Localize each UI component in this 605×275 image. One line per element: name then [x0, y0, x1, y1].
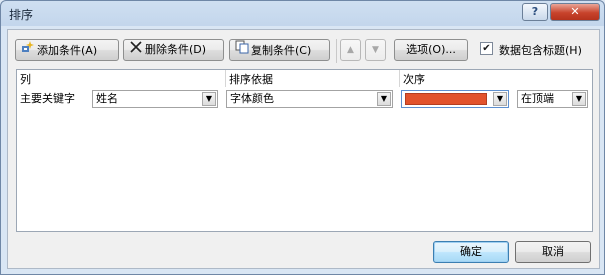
help-button[interactable]: ? — [522, 3, 548, 21]
move-down-button[interactable]: ▼ — [365, 39, 386, 61]
close-button[interactable]: ✕ — [550, 3, 600, 21]
add-condition-label: 添加条件(A) — [37, 44, 98, 57]
sort-on-select-value: 字体颜色 — [230, 92, 274, 105]
toolbar-separator — [336, 39, 337, 63]
order-position-value: 在顶端 — [521, 92, 554, 105]
checkmark-icon: ✔ — [482, 43, 491, 54]
font-color-swatch — [405, 93, 487, 105]
move-up-button[interactable]: ▲ — [340, 39, 361, 61]
copy-icon — [234, 40, 250, 61]
cancel-button[interactable]: 取消 — [515, 241, 591, 263]
order-color-select[interactable]: ▼ — [401, 90, 509, 108]
delete-condition-label: 删除条件(D) — [145, 43, 207, 56]
chevron-down-icon[interactable]: ▼ — [572, 92, 586, 106]
delete-condition-button[interactable]: 删除条件(D) — [123, 39, 224, 61]
add-condition-button[interactable]: 添加条件(A) — [15, 39, 119, 61]
grid-header: 列 排序依据 次序 — [17, 70, 592, 87]
delete-icon — [128, 40, 144, 60]
sort-on-select[interactable]: 字体颜色 ▼ — [226, 90, 393, 108]
sort-dialog: 排序 ? ✕ 添加条件(A) 删除条件(D) 复制条件(C) ▲ ▼ 选项(O)… — [0, 0, 605, 275]
column-header-order: 次序 — [403, 73, 425, 86]
column-select-value: 姓名 — [96, 92, 118, 105]
column-header-sort-on: 排序依据 — [229, 73, 273, 86]
dialog-title: 排序 — [9, 8, 34, 22]
add-condition-icon — [20, 40, 36, 61]
ok-button[interactable]: 确定 — [433, 241, 509, 263]
chevron-down-icon[interactable]: ▼ — [493, 92, 507, 106]
order-position-select[interactable]: 在顶端 ▼ — [517, 90, 588, 108]
dialog-body: 添加条件(A) 删除条件(D) 复制条件(C) ▲ ▼ 选项(O)... ✔ 数… — [7, 29, 600, 269]
chevron-down-icon[interactable]: ▼ — [377, 92, 391, 106]
title-bar: 排序 ? ✕ — [1, 1, 604, 26]
chevron-down-icon[interactable]: ▼ — [202, 92, 216, 106]
primary-key-label: 主要关键字 — [20, 92, 75, 105]
header-checkbox-label[interactable]: 数据包含标题(H) — [499, 42, 582, 58]
column-select[interactable]: 姓名 ▼ — [92, 90, 218, 108]
copy-condition-label: 复制条件(C) — [251, 44, 312, 57]
column-header-column: 列 — [20, 73, 31, 86]
copy-condition-button[interactable]: 复制条件(C) — [229, 39, 330, 61]
header-checkbox[interactable]: ✔ — [480, 42, 493, 55]
sort-level-row[interactable]: 主要关键字 姓名 ▼ 字体颜色 ▼ ▼ 在顶端 ▼ — [17, 87, 592, 109]
sort-levels-grid: 列 排序依据 次序 主要关键字 姓名 ▼ 字体颜色 ▼ ▼ 在顶端 ▼ — [16, 69, 593, 232]
options-button[interactable]: 选项(O)... — [394, 39, 468, 61]
